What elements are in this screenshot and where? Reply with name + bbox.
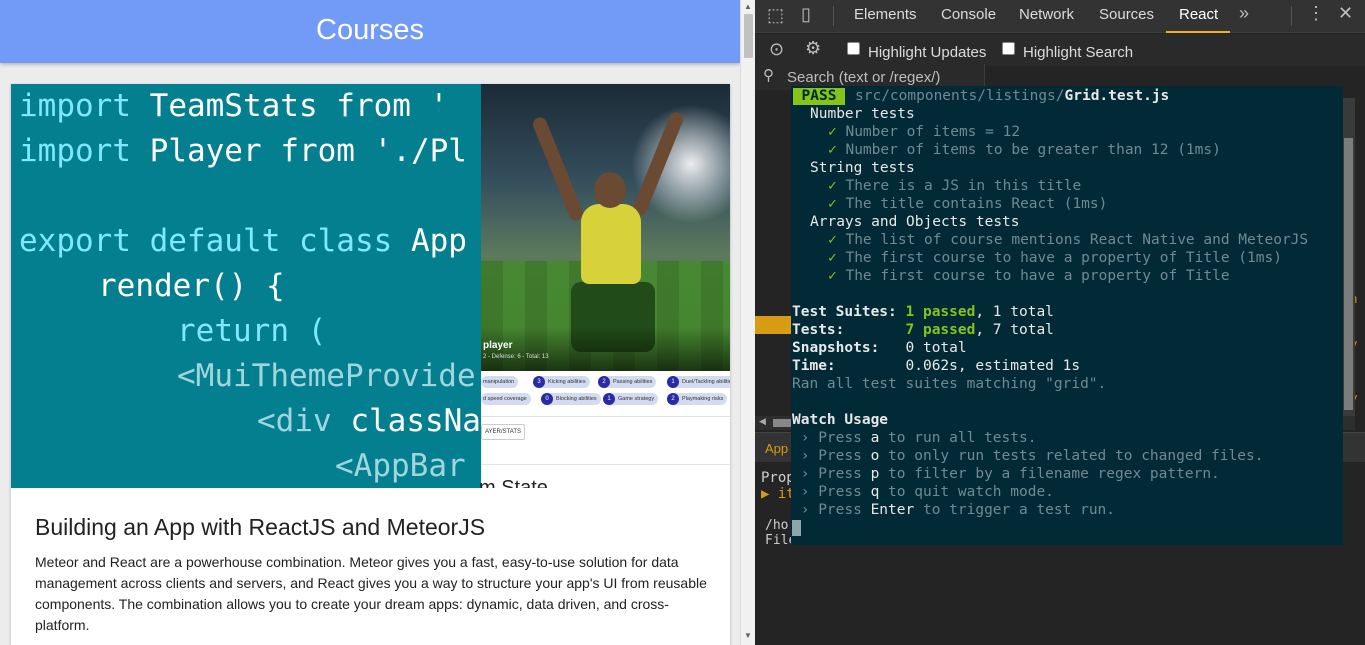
- watch-usage-item: › Press Enter to trigger a test run.: [792, 502, 1116, 518]
- props-label: Prop: [761, 470, 795, 486]
- football-player-image: [481, 84, 730, 371]
- highlight-search-checkbox[interactable]: [1002, 42, 1015, 55]
- watch-usage-item: › Press q to quit watch mode.: [792, 484, 1054, 500]
- code-screenshot-image: import TeamStats from ' import Player fro…: [11, 84, 481, 488]
- page-scrollbar[interactable]: ▲ ▼: [740, 0, 755, 645]
- gear-icon[interactable]: ⚙: [805, 38, 821, 59]
- code-line: render() {: [98, 268, 285, 304]
- test-result: ✓ The first course to have a property of…: [828, 250, 1282, 266]
- watch-usage-item: › Press p to filter by a filename regex …: [792, 466, 1220, 482]
- app-bar: Courses: [0, 0, 740, 63]
- tab-console[interactable]: Console: [941, 6, 996, 23]
- tab-sources[interactable]: Sources: [1099, 6, 1154, 23]
- pass-badge: PASS: [793, 88, 845, 105]
- kebab-menu-icon[interactable]: ⋮: [1307, 3, 1325, 24]
- react-toolbar: ⊙ ⚙ Highlight Updates Highlight Search: [755, 34, 1365, 66]
- code-line: <div classNa: [257, 403, 481, 439]
- course-card[interactable]: import TeamStats from ' import Player fro…: [11, 84, 730, 645]
- test-result: ✓ There is a JS in this title: [828, 178, 1082, 194]
- watch-usage-item: › Press o to only run tests related to c…: [792, 448, 1264, 464]
- skill-chip: 2 Playmaking risks: [667, 393, 728, 405]
- scroll-down-arrow-icon[interactable]: ▼: [744, 631, 752, 640]
- target-select-icon[interactable]: ⊙: [769, 39, 784, 60]
- highlight-updates-checkbox[interactable]: [847, 42, 860, 55]
- inspect-element-icon[interactable]: ⬚: [767, 5, 784, 26]
- test-file-path: src/components/listings/Grid.test.js: [855, 88, 1170, 104]
- props-section: Prop ▶ it: [761, 470, 795, 502]
- skill-chip: 0 Blocking abilities: [541, 393, 601, 405]
- summary-suites: Test Suites: 1 passed, 1 total: [792, 304, 1054, 320]
- player-stats-text: 2 - Defense: 6 - Total: 13: [483, 354, 549, 360]
- search-icon: ⚲: [763, 67, 774, 84]
- code-line: return (: [177, 313, 327, 349]
- terminal-window[interactable]: PASS src/components/listings/Grid.test.j…: [791, 86, 1343, 545]
- divider: [481, 464, 730, 465]
- test-result: ✓ Number of items to be greater than 12 …: [828, 142, 1221, 158]
- scroll-up-arrow-icon[interactable]: ▲: [744, 2, 752, 11]
- course-card-media: import TeamStats from ' import Player fro…: [11, 84, 730, 488]
- test-group-name: Number tests: [810, 106, 915, 122]
- team-state-heading: m State: [479, 477, 548, 488]
- tab-elements[interactable]: Elements: [854, 6, 917, 23]
- test-result: ✓ Number of items = 12: [828, 124, 1021, 140]
- device-toolbar-icon[interactable]: ▯: [801, 4, 811, 25]
- active-tab-indicator: [1166, 31, 1230, 33]
- highlight-search-label: Highlight Search: [1023, 44, 1134, 61]
- summary-time: Time: 0.062s, estimated 1s: [792, 358, 1081, 374]
- summary-ran-all: Ran all test suites matching "grid".: [792, 376, 1107, 392]
- devtools-toolbar: ⬚ ▯ Elements Console Network Sources Rea…: [755, 0, 1365, 33]
- code-line: <AppBar: [335, 448, 466, 484]
- side-pane-tab[interactable]: App: [765, 441, 788, 456]
- skill-chip: 1 Duel/Tackling abilities: [667, 376, 730, 388]
- skill-chip: 3 Kicking abilities: [533, 376, 590, 388]
- terminal-cursor: [792, 520, 801, 536]
- skill-chip: 2 Passing abilities: [598, 376, 657, 388]
- close-icon[interactable]: ✕: [1338, 3, 1353, 24]
- tab-network[interactable]: Network: [1019, 6, 1074, 23]
- code-line: export default class App: [19, 223, 467, 259]
- skill-chip: manipulation: [481, 376, 519, 388]
- player-name: player: [483, 340, 513, 351]
- tab-react[interactable]: React: [1179, 6, 1218, 23]
- page-scrollbar-thumb[interactable]: [744, 14, 753, 58]
- test-result: ✓ The first course to have a property of…: [828, 268, 1230, 284]
- code-line: import Player from './Pl: [19, 133, 467, 169]
- divider: [481, 416, 730, 417]
- skill-chip: 1 Game strategy: [603, 393, 659, 405]
- summary-snapshots: Snapshots: 0 total: [792, 340, 967, 356]
- summary-tests: Tests: 7 passed, 7 total: [792, 322, 1054, 338]
- code-line: <MuiThemeProvide: [177, 358, 476, 394]
- props-item[interactable]: ▶ it: [761, 486, 795, 502]
- course-description: Meteor and React are a powerhouse combin…: [35, 554, 707, 633]
- search-placeholder: Search (text or /regex/): [787, 69, 941, 86]
- scroll-left-icon[interactable]: ◀: [759, 416, 766, 427]
- course-title: Building an App with ReactJS and MeteorJ…: [35, 514, 486, 540]
- skill-chip: d speed coverage: [481, 393, 531, 405]
- test-group-name: Arrays and Objects tests: [810, 214, 1020, 230]
- watch-usage-title: Watch Usage: [792, 412, 889, 428]
- player-stats-button[interactable]: AYER/STATS: [481, 424, 525, 440]
- test-result: ✓ The title contains React (1ms): [828, 196, 1108, 212]
- tree-scrollbar[interactable]: [1342, 98, 1355, 416]
- test-group-name: String tests: [810, 160, 915, 176]
- more-tabs-icon[interactable]: »: [1239, 3, 1249, 24]
- test-result: ✓ The list of course mentions React Nati…: [828, 232, 1309, 248]
- watch-usage-item: › Press a to run all tests.: [792, 430, 1037, 446]
- highlight-updates-label: Highlight Updates: [868, 44, 987, 61]
- code-line: import TeamStats from ': [19, 88, 449, 124]
- app-page: Courses import TeamStats from ' import Pl…: [0, 0, 740, 645]
- selected-row-highlight: [755, 316, 795, 334]
- app-bar-title: Courses: [316, 14, 424, 46]
